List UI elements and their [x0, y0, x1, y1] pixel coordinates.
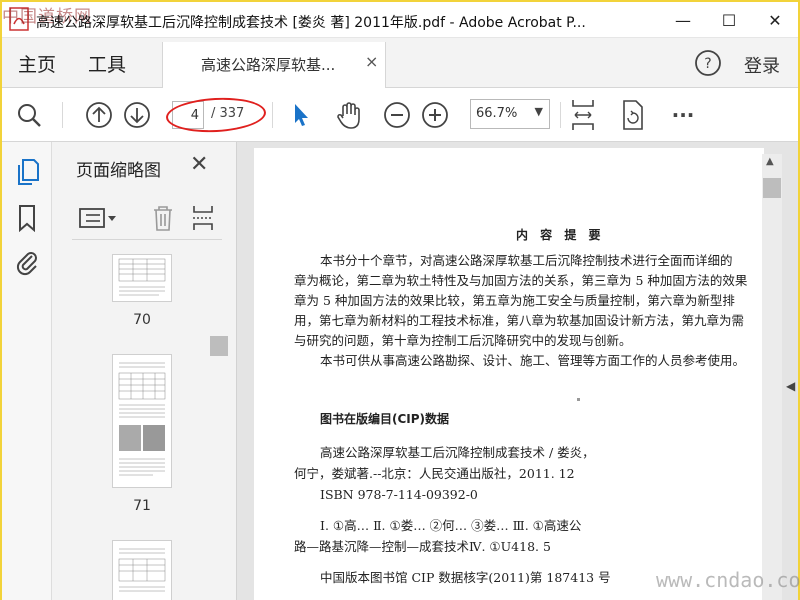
- site-watermark: www.cndao.com: [656, 568, 800, 592]
- zoom-select[interactable]: 66.7% ▼: [470, 99, 550, 129]
- thumbnail-toolbar: [72, 200, 222, 240]
- zoom-value: 66.7%: [476, 106, 518, 121]
- summary-line: 用，第七章为新材料的工程技术标准，第八章为软基加固设计新方法，第九章为需: [294, 313, 745, 328]
- close-window-button[interactable]: ✕: [752, 2, 798, 38]
- document-scroll-thumb[interactable]: [763, 178, 781, 198]
- summary-line: 本书分十个章节，对高速公路深厚软基工后沉降控制技术进行全面而详细的: [320, 253, 733, 268]
- help-icon[interactable]: ?: [694, 49, 722, 77]
- thumbnail-page-label: 70: [133, 312, 151, 328]
- delete-page-icon[interactable]: [150, 204, 176, 232]
- svg-text:?: ?: [704, 56, 711, 72]
- navigation-rail: [2, 142, 52, 600]
- menu-home[interactable]: 主页: [18, 50, 56, 77]
- summary-text: 本书分十个章节，对高速公路深厚软基工后沉降控制技术进行全面而详细的 章为概论，第…: [294, 251, 764, 371]
- page-thumbnails-icon[interactable]: [14, 158, 40, 186]
- expand-right-panel-handle[interactable]: ◀: [786, 379, 795, 393]
- fit-page-icon[interactable]: [568, 100, 598, 130]
- summary-line: 本书可供从事高速公路勘探、设计、施工、管理等方面工作的人员参考使用。: [320, 353, 746, 368]
- menu-bar: 主页 工具: [2, 38, 798, 88]
- zoom-out-icon[interactable]: [382, 100, 412, 130]
- page-layout-icon[interactable]: [190, 204, 216, 232]
- page-thumbnail[interactable]: [112, 354, 172, 488]
- thumbnail-scrollbar[interactable]: [209, 252, 229, 600]
- window-title: 高速公路深厚软基工后沉降控制成套技术 [娄炎 著] 2011年版.pdf - A…: [36, 15, 586, 31]
- page-thumbnail[interactable]: [112, 540, 172, 600]
- cip-line: 高速公路深厚软基工后沉降控制成套技术 / 娄炎，: [320, 445, 595, 460]
- cip-line: 何宁，娄斌著.--北京：人民交通出版社，2011. 12: [294, 466, 575, 481]
- zoom-in-icon[interactable]: [420, 100, 450, 130]
- pdf-page: 内 容 提 要 本书分十个章节，对高速公路深厚软基工后沉降控制技术进行全面而详细…: [254, 148, 764, 600]
- thumbnail-page-label: 71: [133, 498, 151, 514]
- summary-line: 章为概论，第二章为软土特性及与加固方法的关系，第三章为 5 种加固方法的效果: [294, 273, 748, 288]
- document-tab-label: 高速公路深厚软基...: [201, 56, 336, 74]
- summary-heading: 内 容 提 要: [516, 228, 605, 242]
- cip-data: 高速公路深厚软基工后沉降控制成套技术 / 娄炎， 何宁，娄斌著.--北京：人民交…: [294, 442, 754, 588]
- document-tab[interactable]: 高速公路深厚软基... ×: [162, 42, 386, 88]
- thumbnail-scroll-thumb[interactable]: [210, 336, 228, 356]
- thumbnail-panel-title: 页面缩略图: [76, 161, 161, 181]
- title-bar: 中国道桥网 高速公路深厚软基工后沉降控制成套技术 [娄炎 著] 2011年版.p…: [2, 2, 798, 38]
- attachment-icon[interactable]: [14, 248, 40, 276]
- cip-line: Ⅰ. ①高… Ⅱ. ①娄… ②何… ③娄… Ⅲ. ①高速公: [320, 518, 582, 533]
- cip-line: 路—路基沉降—控制—成套技术Ⅳ. ①U418. 5: [294, 539, 551, 554]
- thumbnail-panel: 页面缩略图 ✕ 70 71: [52, 142, 237, 600]
- hand-tool-icon[interactable]: [334, 100, 364, 130]
- bookmark-icon[interactable]: [14, 204, 40, 232]
- maximize-button[interactable]: ☐: [706, 2, 752, 38]
- login-button[interactable]: 登录: [744, 52, 780, 78]
- scroll-up-icon[interactable]: ▲: [766, 156, 774, 167]
- cip-line: ISBN 978-7-114-09392-0: [320, 487, 478, 502]
- summary-line: 章为 5 种加固方法的效果比较，第五章为施工安全与质量控制，第六章为新型排: [294, 293, 735, 308]
- menu-tools[interactable]: 工具: [88, 50, 126, 77]
- document-scrollbar[interactable]: ▲: [762, 154, 782, 600]
- select-cursor-icon[interactable]: [286, 100, 316, 130]
- tab-close-icon[interactable]: ×: [365, 52, 378, 71]
- page-mark: [577, 398, 580, 401]
- cip-line: [294, 505, 754, 515]
- thumbnail-options-icon[interactable]: [78, 206, 120, 232]
- close-panel-icon[interactable]: ✕: [190, 152, 208, 177]
- previous-page-icon[interactable]: [84, 100, 114, 130]
- toolbar: ···: [2, 88, 798, 142]
- more-tools-icon[interactable]: ···: [668, 100, 698, 130]
- search-icon[interactable]: [14, 100, 44, 130]
- minimize-button[interactable]: —: [660, 2, 706, 38]
- rotate-view-icon[interactable]: [618, 100, 648, 130]
- cip-line: [294, 557, 754, 567]
- cip-heading: 图书在版编目(CIP)数据: [320, 412, 450, 426]
- next-page-icon[interactable]: [122, 100, 152, 130]
- chevron-down-icon: ▼: [534, 105, 543, 118]
- summary-line: 与研究的问题，第十章为控制工后沉降研究中的发现与创新。: [294, 333, 632, 348]
- page-thumbnail[interactable]: [112, 254, 172, 302]
